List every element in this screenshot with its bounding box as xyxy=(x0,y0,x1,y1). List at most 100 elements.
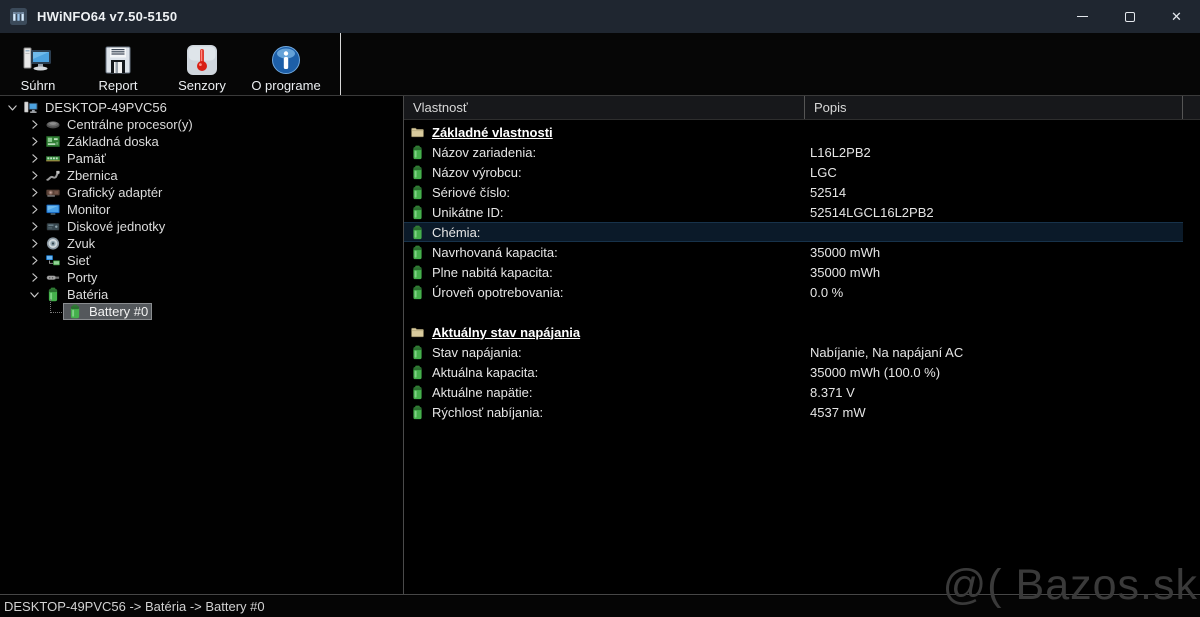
minimize-button[interactable] xyxy=(1059,0,1106,33)
property-row[interactable]: Plne nabitá kapacita: 35000 mWh xyxy=(404,262,1183,282)
property-value: 52514 xyxy=(810,184,847,200)
report-label: Report xyxy=(98,78,138,93)
gpu-icon xyxy=(44,185,61,200)
maximize-button[interactable] xyxy=(1106,0,1153,33)
report-floppy-icon xyxy=(102,43,134,76)
property-row[interactable]: Navrhovaná kapacita: 35000 mWh xyxy=(404,242,1183,262)
tree-item-battery-0[interactable]: Battery #0 xyxy=(0,298,403,320)
tree-selected-item[interactable]: Battery #0 xyxy=(62,303,153,320)
property-value: L16L2PB2 xyxy=(810,144,871,160)
hwinfo-window: HWiNFO64 v7.50-5150 ✕ Súhrn Report Senzo… xyxy=(0,0,1200,617)
section-header-row[interactable]: Základné vlastnosti xyxy=(404,122,1183,142)
summary-label: Súhrn xyxy=(20,78,56,93)
chevron-right-icon[interactable] xyxy=(27,253,42,268)
property-name: Unikátne ID: xyxy=(432,204,504,220)
network-icon xyxy=(44,253,61,268)
column-header-description[interactable]: Popis xyxy=(805,96,1183,119)
properties-rows: Základné vlastnosti Názov zariadenia: L16L… xyxy=(404,120,1200,422)
about-button[interactable]: O programe xyxy=(244,33,328,95)
property-name: Rýchlosť nabíjania: xyxy=(432,404,544,420)
property-row[interactable]: Stav napájania: Nabíjanie, Na napájaní AC xyxy=(404,342,1183,362)
chevron-right-icon[interactable] xyxy=(27,134,42,149)
property-name: Názov zariadenia: xyxy=(432,144,537,160)
section-header-label: Základné vlastnosti xyxy=(432,124,553,140)
main-area: DESKTOP-49PVC56 Centrálne procesor(y) Zákl… xyxy=(0,95,1200,595)
property-row[interactable]: Sériové číslo: 52514 xyxy=(404,182,1183,202)
chevron-right-icon[interactable] xyxy=(27,168,42,183)
toolbar: Súhrn Report Senzory O programe xyxy=(0,33,1200,95)
sensors-label: Senzory xyxy=(178,78,226,93)
spacer-row xyxy=(404,302,1183,322)
section-header-row[interactable]: Aktuálny stav napájania xyxy=(404,322,1183,342)
section-header-label: Aktuálny stav napájania xyxy=(432,324,581,340)
monitor-icon xyxy=(44,202,61,217)
tree-item-label: Battery #0 xyxy=(89,304,149,319)
property-name: Navrhovaná kapacita: xyxy=(432,244,558,260)
close-button[interactable]: ✕ xyxy=(1153,0,1200,33)
property-name: Aktuálna kapacita: xyxy=(432,364,539,380)
property-row[interactable]: Názov zariadenia: L16L2PB2 xyxy=(404,142,1183,162)
tree-item-porty[interactable]: Porty xyxy=(0,269,403,286)
tree-item-desktop-49pvc56[interactable]: DESKTOP-49PVC56 xyxy=(0,99,403,116)
chevron-right-icon[interactable] xyxy=(27,219,42,234)
tree-item-label: Centrálne procesor(y) xyxy=(67,117,193,132)
property-row[interactable]: Unikátne ID: 52514LGCL16L2PB2 xyxy=(404,202,1183,222)
chevron-down-icon[interactable] xyxy=(5,100,20,115)
tree-item-pam[interactable]: Pamäť xyxy=(0,150,403,167)
window-title: HWiNFO64 v7.50-5150 xyxy=(37,9,178,24)
property-row[interactable]: Úroveň opotrebovania: 0.0 % xyxy=(404,282,1183,302)
tree-item-z-kladn-doska[interactable]: Základná doska xyxy=(0,133,403,150)
property-row[interactable]: Aktuálna kapacita: 35000 mWh (100.0 %) xyxy=(404,362,1183,382)
property-value: 35000 mWh (100.0 %) xyxy=(810,364,941,380)
folder-icon xyxy=(411,324,425,340)
property-row[interactable]: Chémia: xyxy=(404,222,1183,242)
computer-icon xyxy=(22,100,39,115)
chevron-right-icon[interactable] xyxy=(27,270,42,285)
property-value: 35000 mWh xyxy=(810,264,881,280)
property-value: 4537 mW xyxy=(810,404,866,420)
property-name: Plne nabitá kapacita: xyxy=(432,264,553,280)
tree-item-diskov-jednotky[interactable]: Diskové jednotky xyxy=(0,218,403,235)
chevron-right-icon[interactable] xyxy=(27,202,42,217)
chevron-right-icon[interactable] xyxy=(27,236,42,251)
property-name: Úroveň opotrebovania: xyxy=(432,284,564,300)
minimize-icon xyxy=(1077,16,1088,17)
properties-panel: Vlastnosť Popis Základné vlastnosti Názov… xyxy=(404,96,1200,594)
property-value: Nabíjanie, Na napájaní AC xyxy=(810,344,964,360)
chevron-right-icon[interactable] xyxy=(27,151,42,166)
sensors-thermometer-icon xyxy=(186,43,218,76)
tree-item-sie[interactable]: Sieť xyxy=(0,252,403,269)
bus-icon xyxy=(44,168,61,183)
report-button[interactable]: Report xyxy=(76,33,160,95)
about-label: O programe xyxy=(251,78,321,93)
statusbar: DESKTOP-49PVC56 -> Batéria -> Battery #0 xyxy=(0,596,1200,617)
folder-icon xyxy=(411,124,425,140)
tree-item-label: Sieť xyxy=(67,253,91,268)
chevron-right-icon[interactable] xyxy=(27,185,42,200)
summary-button[interactable]: Súhrn xyxy=(0,33,76,95)
property-row[interactable]: Rýchlosť nabíjania: 4537 mW xyxy=(404,402,1183,422)
toolbar-divider xyxy=(340,33,341,95)
tree-item-grafick-adapt-r[interactable]: Grafický adaptér xyxy=(0,184,403,201)
property-name: Názov výrobcu: xyxy=(432,164,522,180)
battery-icon xyxy=(411,364,425,380)
property-name: Stav napájania: xyxy=(432,344,522,360)
window-controls: ✕ xyxy=(1059,0,1200,33)
column-header-property[interactable]: Vlastnosť xyxy=(404,96,805,119)
battery-icon xyxy=(411,284,425,300)
app-icon xyxy=(10,8,27,25)
tree-item-label: DESKTOP-49PVC56 xyxy=(45,100,167,115)
tree-item-zbernica[interactable]: Zbernica xyxy=(0,167,403,184)
chevron-right-icon[interactable] xyxy=(27,117,42,132)
tree-item-centr-lne-procesor-y[interactable]: Centrálne procesor(y) xyxy=(0,116,403,133)
tree-item-label: Monitor xyxy=(67,202,111,217)
tree-item-zvuk[interactable]: Zvuk xyxy=(0,235,403,252)
tree-item-monitor[interactable]: Monitor xyxy=(0,201,403,218)
tree-item-label: Diskové jednotky xyxy=(67,219,166,234)
property-row[interactable]: Názov výrobcu: LGC xyxy=(404,162,1183,182)
chevron-down-icon[interactable] xyxy=(27,287,42,302)
battery-icon xyxy=(411,204,425,220)
sensors-button[interactable]: Senzory xyxy=(160,33,244,95)
property-row[interactable]: Aktuálne napätie: 8.371 V xyxy=(404,382,1183,402)
battery-icon xyxy=(411,244,425,260)
